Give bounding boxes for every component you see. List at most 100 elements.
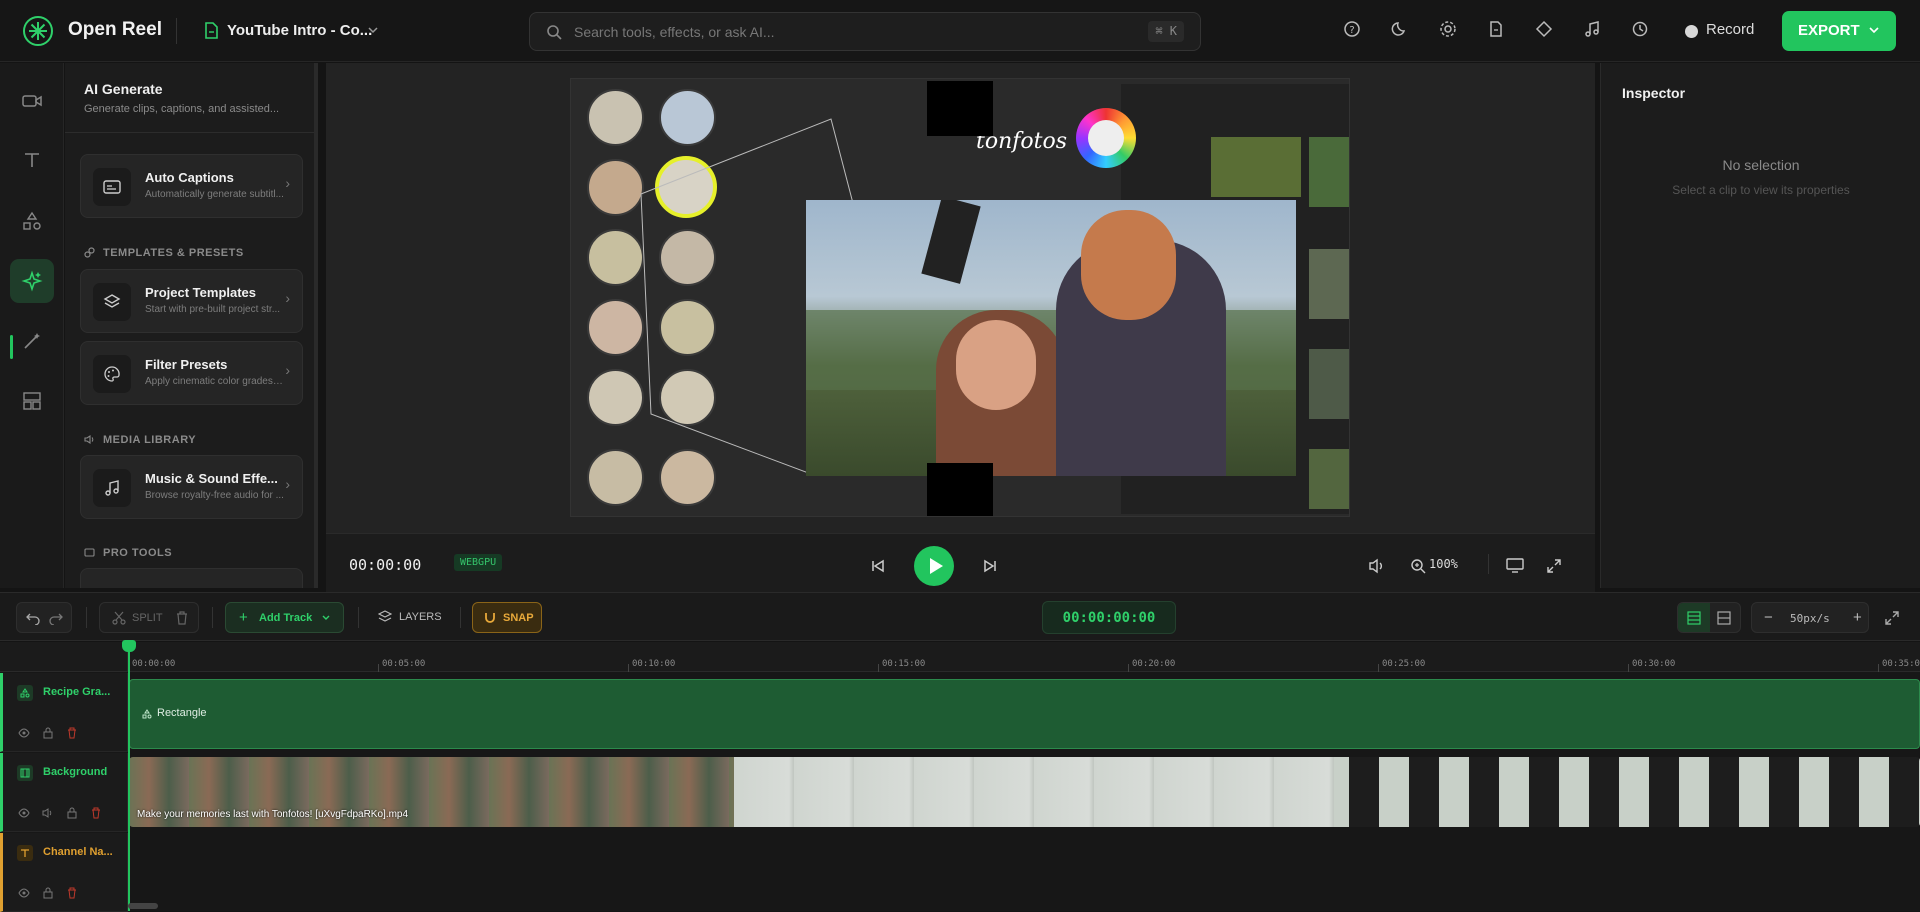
rectangle-clip[interactable]: Rectangle xyxy=(129,679,1920,749)
volume-icon[interactable] xyxy=(1368,558,1386,574)
lock-icon[interactable] xyxy=(43,887,53,899)
settings-gear-icon[interactable] xyxy=(1439,20,1461,42)
eye-icon[interactable] xyxy=(18,888,30,898)
layers-icon xyxy=(378,610,392,624)
zoom-in-button[interactable]: + xyxy=(1853,609,1862,626)
pro-tools-card[interactable] xyxy=(80,568,303,588)
music-sound-card[interactable]: Music & Sound Effe... Browse royalty-fre… xyxy=(80,455,303,519)
zoom-level[interactable]: 100% xyxy=(1429,557,1458,571)
eye-icon[interactable] xyxy=(18,728,30,738)
rail-ai-button[interactable] xyxy=(10,259,54,303)
track-header-text[interactable]: Channel Na... xyxy=(0,833,128,912)
monitor-icon[interactable] xyxy=(1506,558,1524,574)
project-name-dropdown[interactable]: YouTube Intro - Co... xyxy=(227,22,372,39)
preview-canvas[interactable]: tonfotos xyxy=(570,78,1350,517)
eye-icon[interactable] xyxy=(18,808,30,818)
tool-rail xyxy=(0,63,64,588)
preview-timecode: 00:00:00 xyxy=(349,556,422,574)
inspector-empty-hint: Select a clip to view its properties xyxy=(1672,183,1850,197)
scissors-icon xyxy=(112,611,126,625)
theme-moon-icon[interactable] xyxy=(1391,20,1413,42)
playhead-handle[interactable] xyxy=(122,640,136,652)
trash-icon[interactable] xyxy=(67,727,77,739)
chevron-right-icon: › xyxy=(285,362,290,378)
volume-icon[interactable] xyxy=(42,807,54,819)
inspector-empty-title: No selection xyxy=(1722,157,1800,173)
zoom-icon[interactable] xyxy=(1410,558,1426,574)
rail-layout-button[interactable] xyxy=(10,379,54,423)
trash-icon[interactable] xyxy=(176,611,188,625)
palette-icon xyxy=(93,355,131,393)
diamond-icon[interactable] xyxy=(1535,20,1557,42)
track-header-video[interactable]: Background xyxy=(0,753,128,832)
chevron-down-icon[interactable] xyxy=(367,24,379,36)
rail-video-button[interactable] xyxy=(10,79,54,123)
renderer-badge: WEBGPU xyxy=(454,554,503,571)
filter-presets-card[interactable]: Filter Presets Apply cinematic color gra… xyxy=(80,341,303,405)
music-note-icon[interactable] xyxy=(1583,20,1605,42)
time-ruler[interactable]: 00:00:00 00:05:00 00:10:00 00:15:00 00:2… xyxy=(128,642,1920,672)
layers-button[interactable]: LAYERS xyxy=(368,602,448,633)
undo-redo-group xyxy=(16,602,72,633)
export-button[interactable]: EXPORT xyxy=(1782,11,1896,51)
record-dot-icon xyxy=(1685,25,1698,38)
captions-icon xyxy=(93,168,131,206)
lock-icon[interactable] xyxy=(67,807,77,819)
view-expanded-button[interactable] xyxy=(1717,611,1731,625)
split-button[interactable]: SPLIT xyxy=(132,612,163,624)
redo-icon[interactable] xyxy=(49,611,63,625)
search-input[interactable]: Search tools, effects, or ask AI... ⌘ K xyxy=(529,12,1201,51)
snap-toggle[interactable]: SNAP xyxy=(472,602,542,633)
speaker-icon xyxy=(84,434,95,445)
playhead[interactable] xyxy=(128,642,130,911)
black-rect xyxy=(927,81,993,136)
card-title: Filter Presets xyxy=(145,357,228,372)
black-rect xyxy=(927,463,993,516)
rail-magic-button[interactable] xyxy=(10,319,54,363)
divider xyxy=(86,607,87,628)
lock-icon[interactable] xyxy=(43,727,53,739)
skip-back-icon[interactable] xyxy=(871,559,885,573)
view-mode-group xyxy=(1677,602,1741,633)
document-icon[interactable] xyxy=(1487,20,1509,42)
rail-text-button[interactable] xyxy=(10,139,54,183)
project-file-icon xyxy=(204,22,218,39)
fullscreen-icon[interactable] xyxy=(1546,558,1562,574)
tick-mark xyxy=(878,664,879,672)
timeline: 00:00:00 00:05:00 00:10:00 00:15:00 00:2… xyxy=(0,640,1920,912)
divider xyxy=(176,18,177,44)
track-header-graphics[interactable]: Recipe Gra... xyxy=(0,673,128,752)
layers-icon xyxy=(93,283,131,321)
add-track-button[interactable]: + Add Track xyxy=(225,602,344,633)
undo-icon[interactable] xyxy=(26,611,40,625)
trash-icon[interactable] xyxy=(91,807,101,819)
help-icon[interactable]: ? xyxy=(1343,20,1365,42)
chevron-down-icon xyxy=(1868,24,1880,36)
ruler-tick: 00:10:00 xyxy=(632,659,676,669)
horizontal-scrollbar[interactable] xyxy=(128,903,158,909)
ruler-tick: 00:35:00 xyxy=(1882,659,1920,669)
auto-captions-card[interactable]: Auto Captions Automatically generate sub… xyxy=(80,154,303,218)
skip-forward-icon[interactable] xyxy=(983,559,997,573)
layers-label: LAYERS xyxy=(399,611,442,623)
record-button[interactable]: Record xyxy=(1706,21,1754,38)
thumbnail xyxy=(1309,349,1349,419)
color-wheel-logo xyxy=(1076,108,1136,168)
history-icon[interactable] xyxy=(1631,20,1653,42)
divider xyxy=(460,607,461,628)
background-video-clip[interactable]: Make your memories last with Tonfotos! [… xyxy=(129,757,1920,827)
rail-shapes-button[interactable] xyxy=(10,199,54,243)
project-templates-card[interactable]: Project Templates Start with pre-built p… xyxy=(80,269,303,333)
timeline-zoom-value: 50px/s xyxy=(1790,612,1830,625)
video-track-icon xyxy=(17,765,33,781)
play-button[interactable] xyxy=(914,546,954,586)
tick-mark xyxy=(1378,664,1379,672)
zoom-out-button[interactable]: − xyxy=(1764,609,1773,626)
expand-timeline-icon[interactable] xyxy=(1884,610,1900,626)
section-label-templates: TEMPLATES & PRESETS xyxy=(103,247,244,259)
thumbnail xyxy=(1309,137,1349,207)
trash-icon[interactable] xyxy=(67,887,77,899)
view-compact-button[interactable] xyxy=(1678,603,1710,632)
thumbnail xyxy=(1211,137,1301,197)
chevron-right-icon: › xyxy=(285,290,290,306)
